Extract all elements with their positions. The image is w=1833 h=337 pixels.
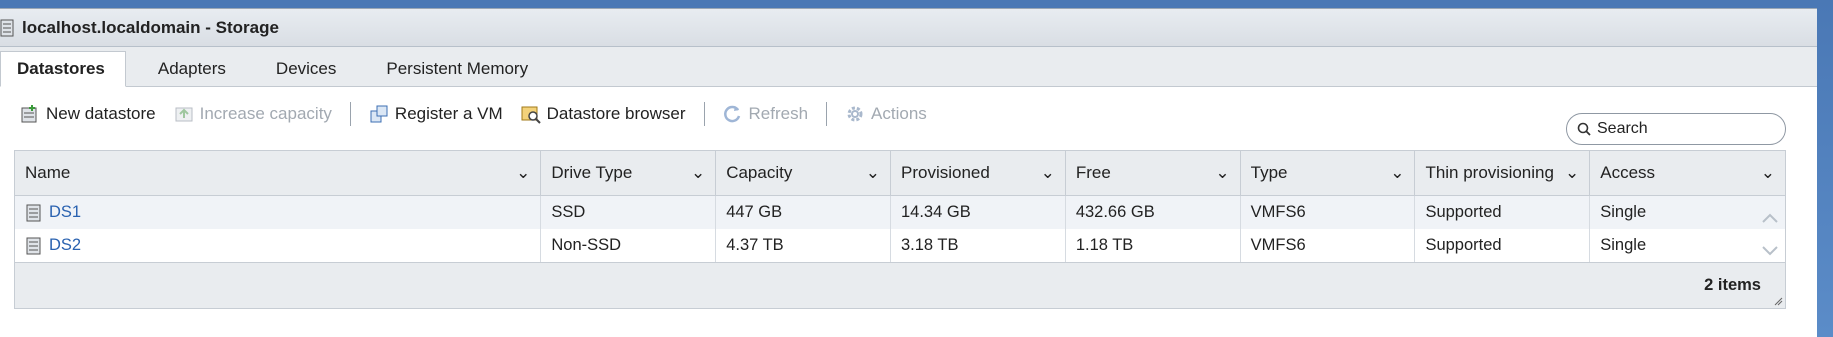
chevron-down-icon[interactable]: ⌄: [1565, 163, 1579, 183]
increase-capacity-button[interactable]: Increase capacity: [174, 104, 332, 124]
datastore-link[interactable]: DS1: [49, 203, 81, 222]
window-title: localhost.localdomain - Storage: [22, 17, 279, 37]
column-header-access[interactable]: Access ⌄: [1590, 151, 1785, 195]
register-vm-button[interactable]: Register a VM: [369, 104, 503, 124]
cell-drive-type: Non-SSD: [541, 229, 717, 262]
desktop-background: [0, 0, 1833, 8]
datastore-browser-button[interactable]: Datastore browser: [521, 104, 686, 124]
refresh-icon: [723, 105, 740, 123]
new-datastore-button[interactable]: New datastore: [20, 104, 156, 124]
new-datastore-icon: [21, 105, 37, 123]
desktop-background-right: [1817, 0, 1833, 337]
datastore-icon: [26, 237, 41, 254]
gear-icon: [847, 106, 863, 122]
window-titlebar[interactable]: localhost.localdomain - Storage: [0, 9, 1817, 47]
column-header-capacity[interactable]: Capacity ⌄: [716, 151, 891, 195]
chevron-down-icon[interactable]: ⌄: [516, 163, 530, 183]
column-label: Provisioned: [901, 163, 990, 182]
chevron-down-icon[interactable]: ⌄: [691, 163, 705, 183]
table-header: Name ⌄ Drive Type ⌄ Capacity ⌄ Provisioned ⌄…: [15, 151, 1785, 196]
column-label: Name: [25, 163, 71, 182]
column-header-drive-type[interactable]: Drive Type ⌄: [541, 151, 717, 195]
cell-name: DS2: [15, 229, 542, 262]
cell-thin-provisioning: Supported: [1415, 196, 1591, 229]
search-placeholder: Search: [1597, 120, 1648, 137]
chevron-down-icon[interactable]: ⌄: [1215, 163, 1229, 183]
cell-free: 1.18 TB: [1066, 229, 1241, 262]
table-row[interactable]: DS1 SSD 447 GB 14.34 GB 432.66 GB VMFS6 …: [15, 196, 1785, 229]
cell-thin-provisioning: Supported: [1415, 229, 1591, 262]
column-header-thin-provisioning[interactable]: Thin provisioning ⌄: [1415, 151, 1591, 195]
cell-capacity: 447 GB: [716, 196, 891, 229]
toolbar-separator: [703, 102, 705, 126]
datastore-icon: [26, 204, 41, 221]
increase-capacity-label: Increase capacity: [199, 104, 332, 123]
register-vm-icon: [370, 105, 388, 123]
cell-capacity: 4.37 TB: [716, 229, 891, 262]
column-label: Free: [1075, 163, 1111, 182]
toolbar-separator: [826, 102, 828, 126]
actions-label: Actions: [871, 104, 927, 123]
cell-access: Single: [1600, 203, 1647, 221]
column-label: Type: [1250, 163, 1288, 182]
column-header-provisioned[interactable]: Provisioned ⌄: [891, 151, 1066, 195]
toolbar: New datastore Increase capacity Register…: [20, 102, 1833, 126]
chevron-down-icon[interactable]: ⌄: [1761, 163, 1775, 183]
tab-persistent-memory[interactable]: Persistent Memory: [368, 52, 546, 86]
refresh-button[interactable]: Refresh: [723, 104, 809, 124]
chevron-down-icon[interactable]: ⌄: [1041, 163, 1055, 183]
cell-type: VMFS6: [1241, 196, 1416, 229]
cell-access: Single: [1600, 236, 1647, 254]
datastore-link[interactable]: DS2: [49, 236, 81, 255]
tab-devices[interactable]: Devices: [258, 52, 354, 86]
resize-handle-icon[interactable]: [1773, 296, 1783, 306]
increase-capacity-icon: [175, 107, 193, 122]
refresh-label: Refresh: [748, 104, 809, 123]
cell-free: 432.66 GB: [1066, 196, 1241, 229]
chevron-down-icon[interactable]: ⌄: [1390, 163, 1404, 183]
column-label: Thin provisioning: [1425, 163, 1554, 182]
actions-button[interactable]: Actions: [845, 104, 927, 124]
cell-provisioned: 3.18 TB: [891, 229, 1066, 262]
tab-bar: Datastores Adapters Devices Persistent M…: [0, 47, 1817, 87]
toolbar-separator: [349, 102, 351, 126]
cell-drive-type: SSD: [541, 196, 717, 229]
item-count: 2 items: [1704, 276, 1761, 294]
column-header-free[interactable]: Free ⌄: [1066, 151, 1241, 195]
table-row[interactable]: DS2 Non-SSD 4.37 TB 3.18 TB 1.18 TB VMFS…: [15, 229, 1785, 262]
column-label: Drive Type: [551, 163, 633, 182]
cell-provisioned: 14.34 GB: [891, 196, 1066, 229]
scroll-up-icon[interactable]: [1759, 201, 1781, 234]
storage-icon: [0, 19, 14, 36]
scrollbar[interactable]: [1759, 201, 1781, 267]
cell-type: VMFS6: [1241, 229, 1416, 262]
column-header-type[interactable]: Type ⌄: [1241, 151, 1416, 195]
tab-datastores[interactable]: Datastores: [0, 51, 126, 87]
column-header-name[interactable]: Name ⌄: [15, 151, 542, 195]
datastore-browser-label: Datastore browser: [546, 104, 686, 123]
chevron-down-icon[interactable]: ⌄: [866, 163, 880, 183]
tab-adapters[interactable]: Adapters: [140, 52, 244, 86]
search-input[interactable]: Search: [1566, 113, 1786, 145]
column-label: Access: [1600, 163, 1656, 182]
search-icon: [1577, 122, 1591, 136]
column-label: Capacity: [726, 163, 793, 182]
new-datastore-label: New datastore: [46, 104, 156, 123]
table-footer: 2 items: [15, 262, 1785, 308]
datastores-table: Name ⌄ Drive Type ⌄ Capacity ⌄ Provisioned ⌄…: [14, 150, 1786, 309]
cell-name: DS1: [15, 196, 542, 229]
datastore-browser-icon: [521, 106, 541, 124]
register-vm-label: Register a VM: [394, 104, 503, 123]
